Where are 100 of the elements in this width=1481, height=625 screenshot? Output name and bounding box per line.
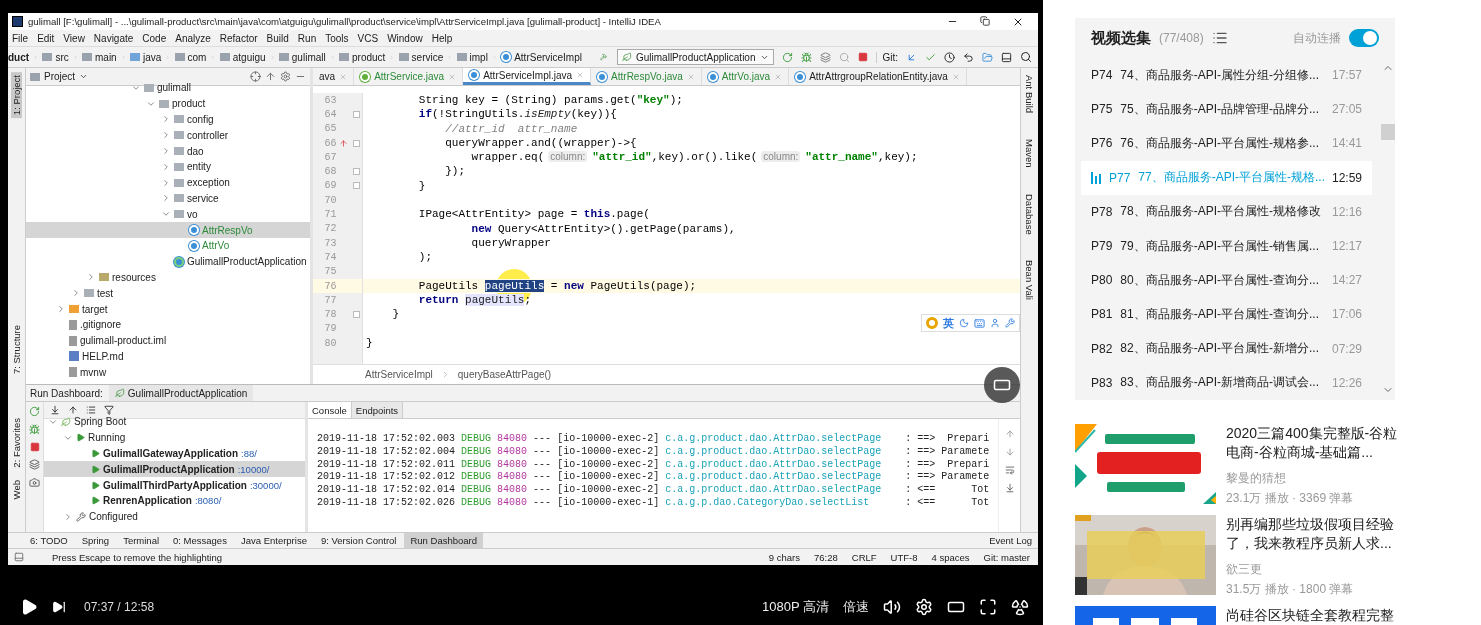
port-link[interactable]: :10000/ [237,463,270,475]
wrap-icon[interactable] [1004,465,1015,475]
playlist-item[interactable]: P82 82、商品服务-API-平台属性-新增分... 07:29 [1081,331,1372,366]
tree-row[interactable]: Configured [44,508,305,525]
port-link[interactable]: :88/ [241,448,257,459]
fold-marker-icon[interactable] [352,311,360,319]
tool-window-tab[interactable]: Ant Build [1024,72,1035,117]
panel-icon[interactable] [1001,51,1013,63]
playlist-item[interactable]: P75 75、商品服务-API-品牌管理-品牌分... 27:05 [1081,92,1372,127]
scroll-end-icon[interactable] [1004,483,1015,493]
breadcrumb[interactable]: service [398,51,444,63]
collapse-all-icon[interactable] [68,405,78,415]
playlist-item[interactable]: P83 83、商品服务-API-新增商品-调试会... 12:26 [1081,365,1372,400]
play-icon[interactable] [20,598,38,616]
menu-item[interactable]: Build [266,32,289,44]
breadcrumb[interactable]: java [129,51,162,63]
menu-item[interactable]: File [12,32,29,44]
menu-item[interactable]: Navigate [93,32,134,44]
fold-marker-icon[interactable] [352,168,360,176]
tree-row[interactable]: GulimallProductApplication [26,253,310,270]
breadcrumb[interactable]: duct [8,51,30,63]
status-item[interactable]: 76:28 [814,551,838,563]
playlist-item[interactable]: P76 76、商品服务-API-平台属性-规格参... 14:41 [1081,126,1372,161]
filter-icon[interactable] [104,405,114,415]
tree-row[interactable]: test [26,285,310,302]
editor-tab[interactable]: AttrServiceImpl.java [463,68,592,85]
rerun-icon[interactable] [781,51,793,63]
expand-all-icon[interactable] [50,405,60,415]
breadcrumb[interactable]: com [174,51,207,63]
status-item[interactable]: 4 spaces [931,551,970,563]
tree-row[interactable]: GulimallThirdPartyApplication :30000/ [44,477,305,493]
playlist-item[interactable]: P79 79、商品服务-API-平台属性-销售属... 12:17 [1081,228,1372,264]
tree-row[interactable]: service [26,190,310,207]
collapse-icon[interactable] [265,71,276,82]
rerun-icon[interactable] [29,406,40,417]
tool-window-tab[interactable]: Bean Vali [1024,257,1035,304]
search-icon[interactable] [1020,51,1033,63]
tree-row[interactable]: AttrVo [26,237,310,254]
fold-marker-icon[interactable] [352,182,360,190]
tool-window-button[interactable]: Spring [75,533,116,548]
playlist-item[interactable]: P77 77、商品服务-API-平台属性-规格... 12:59 [1081,160,1372,195]
menu-item[interactable]: Help [431,32,453,44]
editor-tab[interactable]: AttrAttrgroupRelationEntity.java [789,68,967,85]
tree-row[interactable]: product [26,95,310,112]
caret-icon[interactable] [79,72,89,81]
run-config-dropdown[interactable]: GulimallProductApplication [617,49,774,65]
tool-window-tab[interactable]: Maven [1024,136,1035,171]
breadcrumb[interactable]: impl [456,51,488,63]
moon-icon[interactable] [959,318,969,328]
tree-row[interactable]: Running [44,429,305,446]
tool-window-button[interactable]: Java Enterprise [234,533,313,548]
history-icon[interactable] [944,51,956,63]
hammer-icon[interactable] [599,51,607,63]
override-marker-icon[interactable] [338,138,348,148]
video-title[interactable]: 2020三篇400集完整版-谷粒电商-谷粒商城-基础篇... [1226,423,1401,462]
panel-title[interactable]: Project [44,71,76,82]
status-item[interactable]: UTF-8 [890,551,918,563]
menu-item[interactable]: Window [387,32,423,44]
breadcrumb[interactable]: product [339,51,386,63]
editor-tab[interactable]: ava [313,68,355,85]
tool-window-tab[interactable]: Web [11,476,22,502]
tool-window-tab[interactable]: Database [1024,190,1035,238]
tree-row[interactable]: target [26,301,310,317]
tree-row[interactable]: GulimallProductApplication :10000/ [44,461,305,478]
menu-item[interactable]: Refactor [219,32,258,44]
breadcrumb[interactable]: main [82,51,117,63]
up-arrow-icon[interactable] [1004,429,1015,439]
breadcrumb[interactable]: gulimall [278,51,326,63]
playlist-item[interactable]: P78 78、商品服务-API-平台属性-规格修改 12:16 [1081,194,1372,229]
tool-window-button[interactable]: Event Log [983,533,1038,548]
breadcrumb[interactable]: AttrServiceImpl [365,369,433,380]
tool-window-button[interactable]: Run Dashboard [404,533,483,548]
tool-window-tab[interactable]: 1: Project [11,72,22,119]
console-tab[interactable]: Console [308,402,352,418]
tree-row[interactable]: gulimall-product.iml [26,332,310,349]
menu-item[interactable]: Run [297,32,317,44]
status-item[interactable]: Git: master [983,551,1030,563]
playlist-item[interactable]: P80 80、商品服务-API-平台属性-查询分... 14:27 [1081,263,1372,298]
console-tab[interactable]: Endpoints [351,402,404,418]
breadcrumb[interactable]: queryBaseAttrPage() [457,369,552,380]
tree-row[interactable]: mvnw [26,364,310,381]
breadcrumb[interactable]: src [42,51,69,63]
user-icon[interactable] [990,318,1000,328]
menu-item[interactable]: VCS [357,32,379,44]
menu-item[interactable]: View [63,32,85,44]
menu-item[interactable]: Tools [325,32,349,44]
stop-icon[interactable] [857,52,868,62]
wrench-icon[interactable] [1005,318,1015,328]
status-item[interactable]: 9 chars [768,551,800,563]
down-arrow-icon[interactable] [1004,447,1015,457]
tree-row[interactable]: vo [26,206,310,223]
commit-icon[interactable] [925,51,937,63]
status-item[interactable]: CRLF [851,551,877,563]
volume-icon[interactable] [883,598,901,616]
tool-window-button[interactable]: Terminal [117,533,166,548]
bug-icon[interactable] [800,51,812,63]
tree-row[interactable]: exception [26,174,310,191]
playlist-item[interactable]: P81 81、商品服务-API-平台属性-查询分... 17:06 [1081,297,1372,332]
tree-row[interactable]: RenrenApplication :8080/ [44,493,305,509]
tree-row[interactable]: GulimallGatewayApplication :88/ [44,445,305,462]
